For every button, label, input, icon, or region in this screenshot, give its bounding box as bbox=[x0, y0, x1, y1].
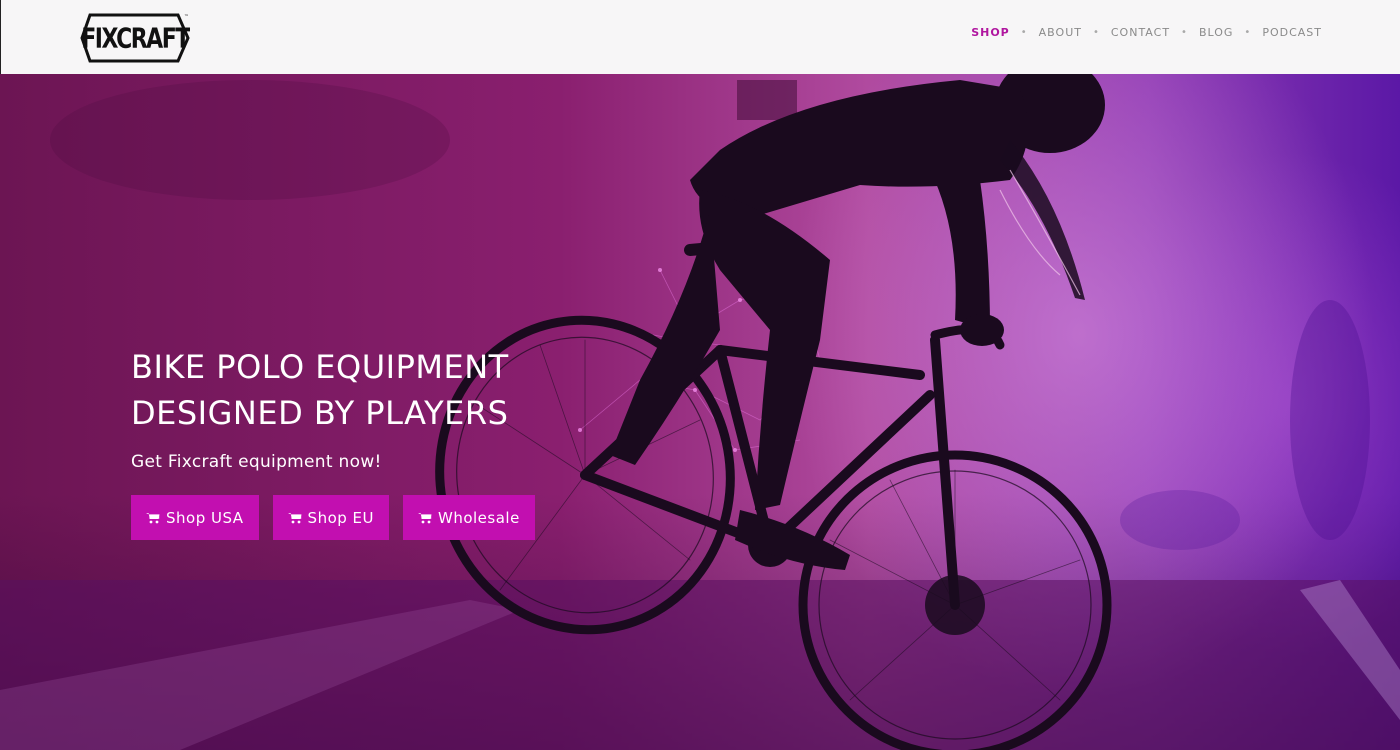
nav-separator: • bbox=[1181, 27, 1188, 38]
logo-text: FIXCRAFT bbox=[81, 22, 190, 54]
hero-subtitle: Get Fixcraft equipment now! bbox=[131, 452, 382, 472]
cart-icon bbox=[287, 512, 302, 523]
cart-icon bbox=[146, 512, 160, 523]
shop-usa-label: Shop USA bbox=[166, 508, 244, 527]
brand-logo[interactable]: FIXCRAFT ™ bbox=[80, 9, 190, 67]
shop-usa-button[interactable]: Shop USA bbox=[131, 495, 259, 540]
hero-section: BIKE POLO EQUIPMENT DESIGNED BY PLAYERS … bbox=[0, 74, 1400, 750]
hero-title: BIKE POLO EQUIPMENT DESIGNED BY PLAYERS bbox=[131, 344, 651, 436]
nav-separator: • bbox=[1244, 27, 1252, 38]
wholesale-label: Wholesale bbox=[438, 508, 520, 527]
hero-title-line-2: DESIGNED BY PLAYERS bbox=[131, 394, 509, 432]
nav-shop[interactable]: SHOP bbox=[971, 26, 1010, 39]
nav-separator: • bbox=[1092, 27, 1100, 38]
hero-buttons: Shop USA Shop EU Wholesale bbox=[131, 495, 651, 540]
cart-icon bbox=[418, 512, 432, 523]
hero-title-line-1: BIKE POLO EQUIPMENT bbox=[131, 348, 509, 386]
fixcraft-logo: FIXCRAFT ™ bbox=[80, 13, 190, 63]
nav-podcast[interactable]: PODCAST bbox=[1262, 26, 1322, 39]
navbar: FIXCRAFT ™ SHOP • ABOUT • CONTACT • BLOG… bbox=[0, 0, 1400, 74]
nav-separator: • bbox=[1020, 27, 1028, 38]
shop-eu-label: Shop EU bbox=[307, 508, 374, 527]
page: FIXCRAFT ™ SHOP • ABOUT • CONTACT • BLOG… bbox=[0, 0, 1400, 750]
nav-blog[interactable]: BLOG bbox=[1199, 26, 1233, 39]
main-nav: SHOP • ABOUT • CONTACT • BLOG • PODCAST bbox=[971, 26, 1322, 39]
shop-eu-button[interactable]: Shop EU bbox=[272, 495, 389, 540]
wholesale-button[interactable]: Wholesale bbox=[403, 495, 535, 540]
hero-content: BIKE POLO EQUIPMENT DESIGNED BY PLAYERS … bbox=[131, 344, 651, 540]
nav-about[interactable]: ABOUT bbox=[1039, 26, 1082, 39]
nav-contact[interactable]: CONTACT bbox=[1111, 26, 1170, 39]
svg-text:™: ™ bbox=[184, 14, 189, 20]
